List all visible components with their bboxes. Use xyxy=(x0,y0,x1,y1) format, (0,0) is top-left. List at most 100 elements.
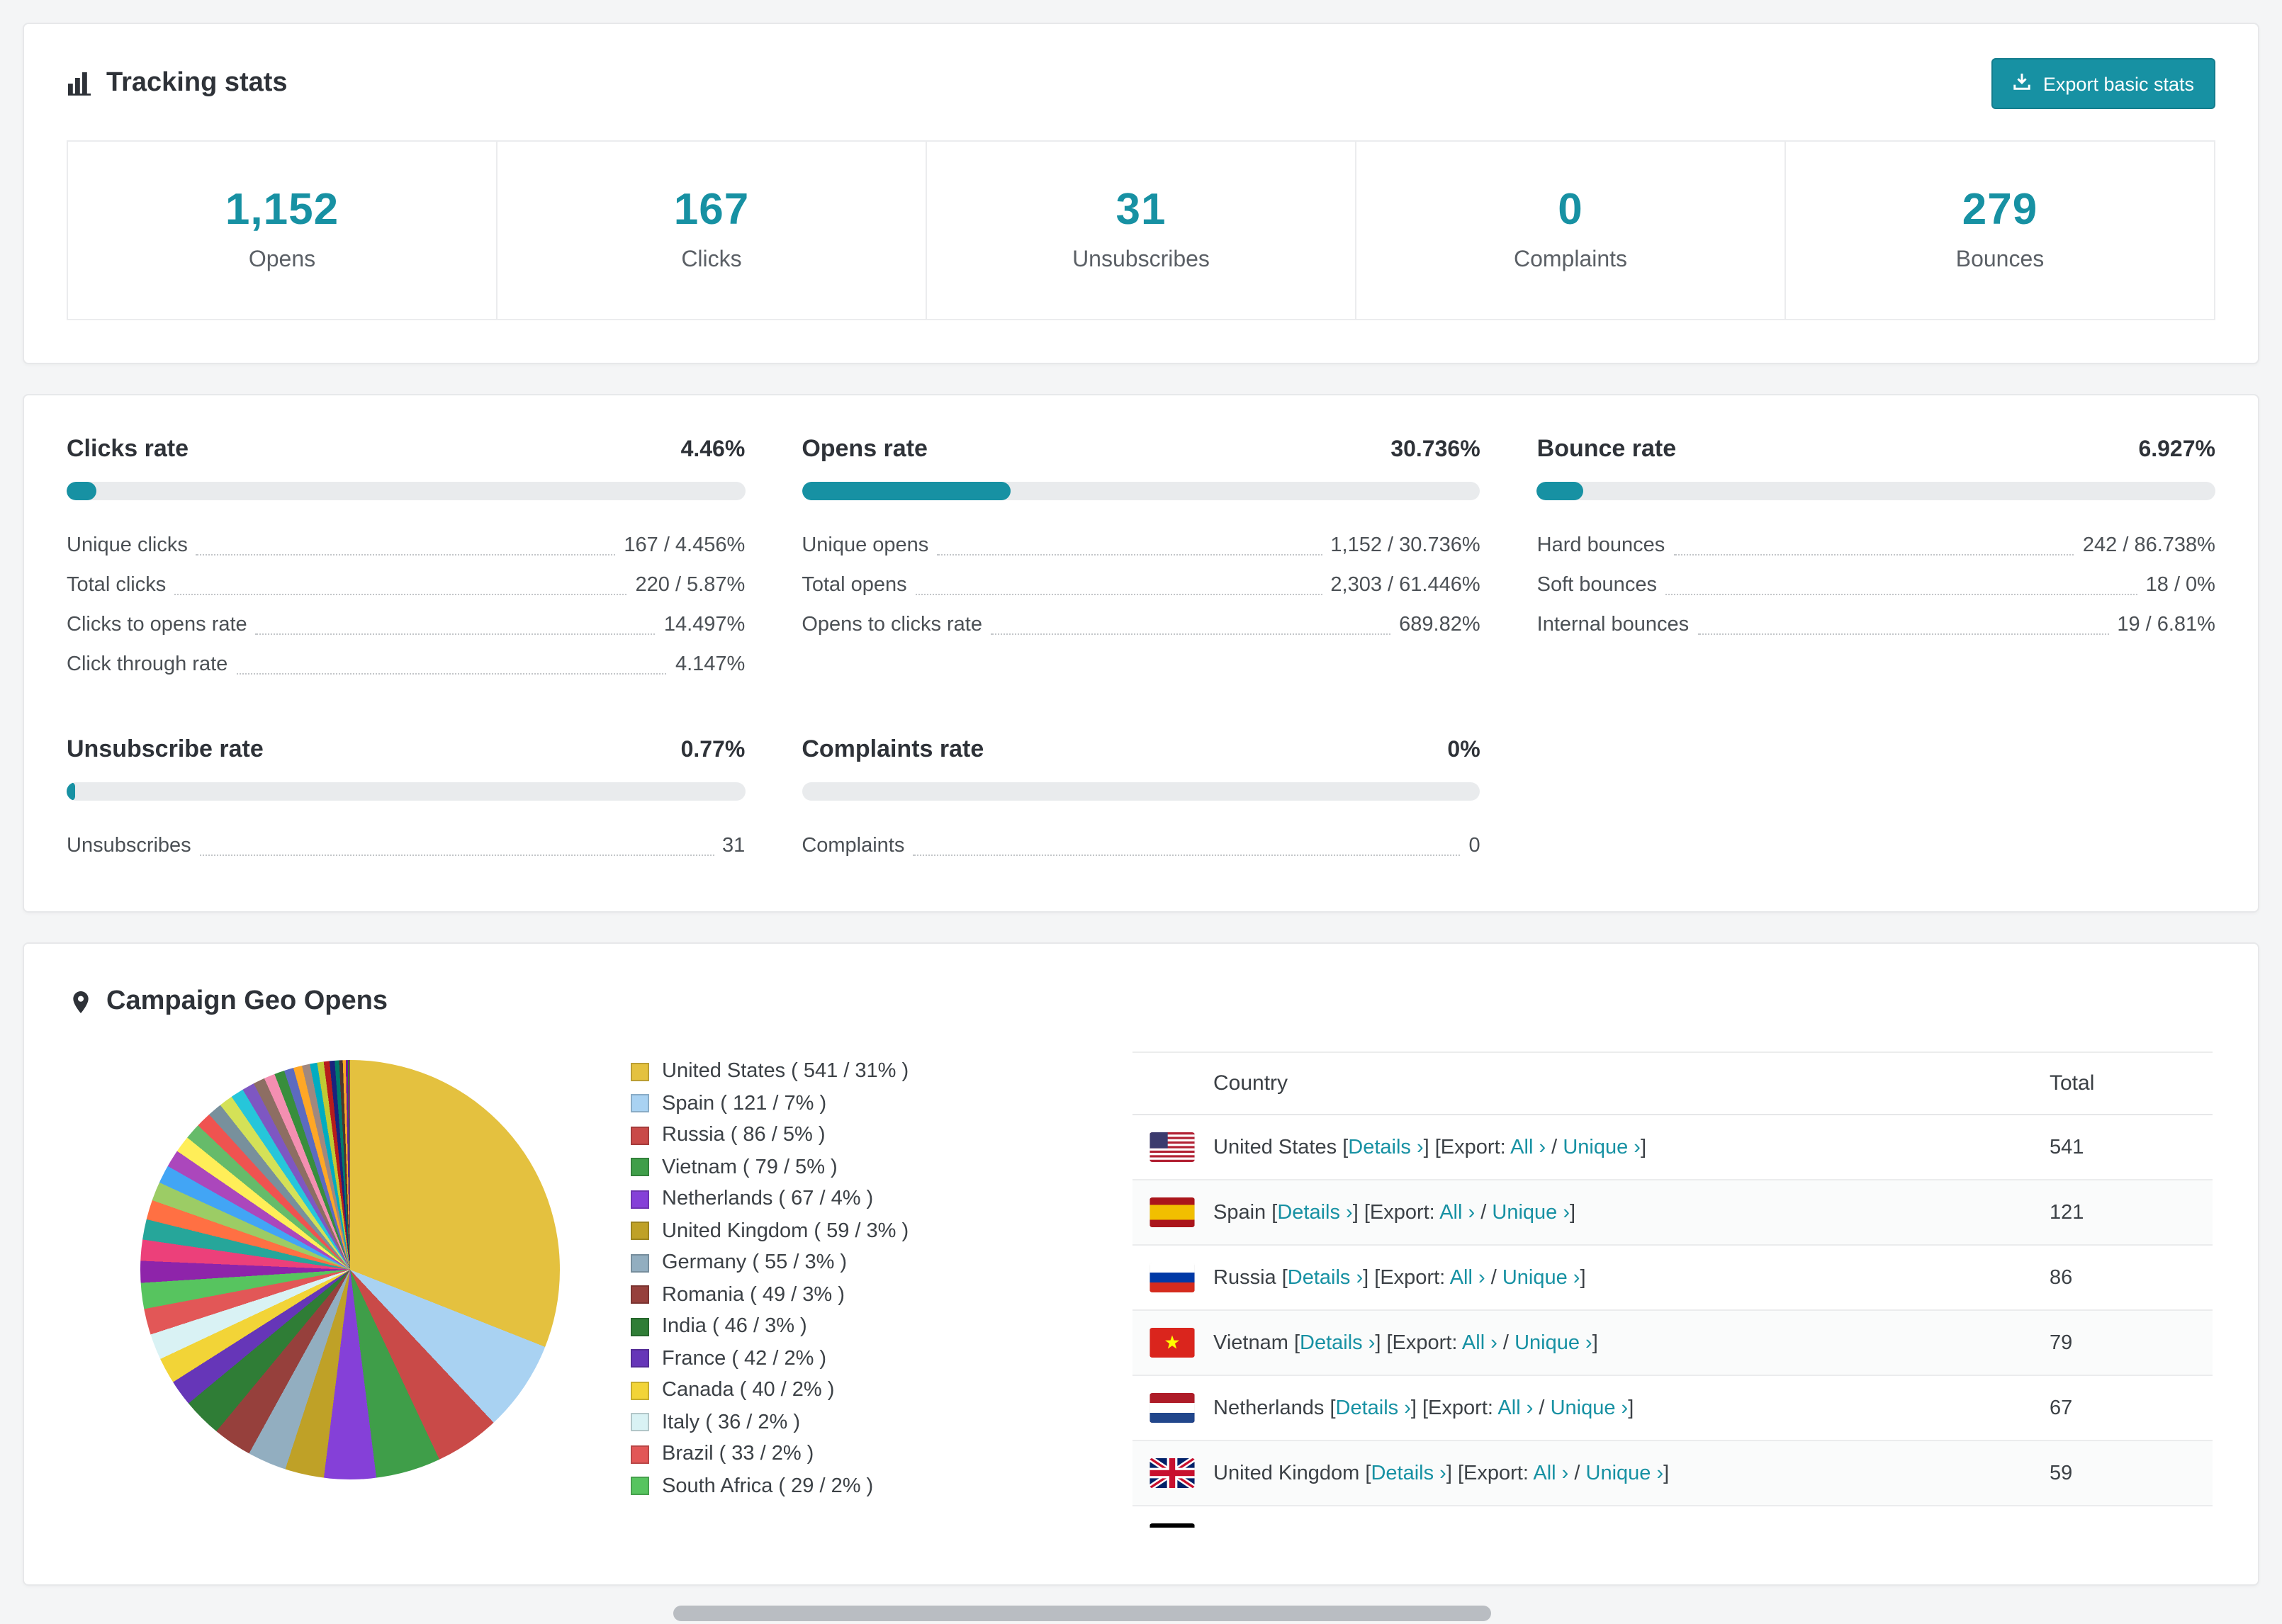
geo-row-main: Spain [Details ›] [Export: All › / Uniqu… xyxy=(1213,1201,2050,1224)
legend-swatch xyxy=(631,1445,649,1463)
geo-row-main: United States [Details ›] [Export: All ›… xyxy=(1213,1136,2050,1158)
rate-row: Opens to clicks rate 689.82% xyxy=(802,605,1480,645)
bracket: ] xyxy=(1628,1397,1634,1419)
legend-item: India ( 46 / 3% ) xyxy=(631,1315,1098,1338)
page-title: Tracking stats xyxy=(106,68,288,98)
geo-table-row: Netherlands [Details ›] [Export: All › /… xyxy=(1132,1376,2213,1441)
geo-table-header: Country Total xyxy=(1132,1053,2213,1115)
export-unique-link[interactable]: Unique › xyxy=(1502,1266,1580,1289)
geo-total-value: 55 xyxy=(2050,1527,2198,1528)
stat-label: Clicks xyxy=(681,248,742,272)
rates-card: Clicks rate 4.46% Unique clicks 167 / 4.… xyxy=(23,394,2259,913)
details-link[interactable]: Details › xyxy=(1371,1462,1446,1484)
rate-row-value: 1,152 / 30.736% xyxy=(1330,534,1480,557)
rate-row-value: 167 / 4.456% xyxy=(624,534,746,557)
legend-swatch xyxy=(631,1222,649,1240)
stat-cell-opens: 1,152 Opens xyxy=(67,140,498,320)
legend-swatch xyxy=(631,1477,649,1495)
rate-percent: 4.46% xyxy=(680,438,746,462)
rate-head: Opens rate 30.736% xyxy=(802,435,1480,463)
stat-label: Unsubscribes xyxy=(1072,248,1210,272)
bracket: [Export: xyxy=(1386,1331,1458,1354)
bracket: [Export: xyxy=(1422,1397,1493,1419)
legend-item: South Africa ( 29 / 2% ) xyxy=(631,1474,1098,1497)
slash: / xyxy=(1568,1462,1586,1484)
export-basic-stats-button[interactable]: Export basic stats xyxy=(1991,58,2215,109)
export-all-link[interactable]: All › xyxy=(1462,1331,1497,1354)
export-all-link[interactable]: All › xyxy=(1497,1397,1533,1419)
map-pin-icon xyxy=(69,988,92,1015)
rate-row-label: Total clicks xyxy=(67,574,167,597)
legend-label: Spain ( 121 / 7% ) xyxy=(662,1092,827,1115)
slash: / xyxy=(1507,1527,1524,1528)
slash: / xyxy=(1533,1397,1551,1419)
legend-label: Vietnam ( 79 / 5% ) xyxy=(662,1156,838,1178)
legend-item: Russia ( 86 / 5% ) xyxy=(631,1124,1098,1146)
export-all-link[interactable]: All › xyxy=(1439,1201,1475,1224)
bracket: ] xyxy=(1592,1331,1598,1354)
export-all-link[interactable]: All › xyxy=(1471,1527,1507,1528)
rate-progress-track xyxy=(802,482,1480,500)
bracket: ] xyxy=(1663,1462,1670,1484)
slash: / xyxy=(1546,1136,1563,1158)
legend-swatch xyxy=(631,1413,649,1431)
bracket: [ xyxy=(1293,1331,1300,1354)
legend-label: United States ( 541 / 31% ) xyxy=(662,1060,909,1083)
rate-head: Complaints rate 0% xyxy=(802,735,1480,764)
flag-us-icon xyxy=(1150,1132,1195,1162)
rate-progress-fill xyxy=(67,482,97,500)
rate-row-label: Opens to clicks rate xyxy=(802,614,982,636)
details-link[interactable]: Details › xyxy=(1348,1136,1423,1158)
export-unique-link[interactable]: Unique › xyxy=(1524,1527,1602,1528)
geo-table-row: Russia [Details ›] [Export: All › / Uniq… xyxy=(1132,1246,2213,1311)
horizontal-scrollbar-thumb[interactable] xyxy=(673,1606,1491,1621)
dotted-leader xyxy=(236,673,667,675)
rate-percent: 30.736% xyxy=(1390,438,1480,462)
rate-row-label: Click through rate xyxy=(67,653,228,676)
bracket: ] xyxy=(1410,1397,1417,1419)
geo-opens-pie-chart[interactable] xyxy=(140,1060,560,1479)
details-link[interactable]: Details › xyxy=(1336,1397,1411,1419)
legend-swatch xyxy=(631,1062,649,1081)
geo-title: Campaign Geo Opens xyxy=(106,986,388,1016)
rate-row-label: Soft bounces xyxy=(1536,574,1657,597)
rate-row: Unsubscribes 31 xyxy=(67,826,745,866)
rate-row-value: 31 xyxy=(722,835,746,857)
details-link[interactable]: Details › xyxy=(1277,1201,1352,1224)
export-all-link[interactable]: All › xyxy=(1533,1462,1568,1484)
export-unique-link[interactable]: Unique › xyxy=(1514,1331,1592,1354)
details-link[interactable]: Details › xyxy=(1300,1331,1375,1354)
rate-progress-track xyxy=(1536,482,2215,500)
export-unique-link[interactable]: Unique › xyxy=(1586,1462,1664,1484)
bracket: ] xyxy=(1602,1527,1607,1528)
details-link[interactable]: Details › xyxy=(1309,1527,1384,1528)
rate-rows: Hard bounces 242 / 86.738% Soft bounces … xyxy=(1537,526,2215,645)
legend-item: Germany ( 55 / 3% ) xyxy=(631,1251,1098,1274)
legend-item: Italy ( 36 / 2% ) xyxy=(631,1411,1098,1433)
dotted-leader xyxy=(255,633,656,635)
stat-value: 167 xyxy=(673,184,750,234)
export-icon xyxy=(2013,72,2032,95)
details-link[interactable]: Details › xyxy=(1288,1266,1363,1289)
rate-progress-fill xyxy=(67,782,75,801)
rates-grid: Clicks rate 4.46% Unique clicks 167 / 4.… xyxy=(67,435,2215,866)
stat-cell-bounces: 279 Bounces xyxy=(1784,140,2215,320)
geo-country-name: Spain xyxy=(1213,1201,1266,1224)
stat-label: Bounces xyxy=(1955,248,2045,272)
legend-item: Vietnam ( 79 / 5% ) xyxy=(631,1156,1098,1178)
export-all-link[interactable]: All › xyxy=(1510,1136,1546,1158)
bracket: ] xyxy=(1423,1136,1429,1158)
geo-table-row: Spain [Details ›] [Export: All › / Uniqu… xyxy=(1132,1180,2213,1246)
geo-country-name: Netherlands xyxy=(1213,1397,1325,1419)
complaints-rate-block: Complaints rate 0% Complaints 0 xyxy=(802,735,1480,866)
geo-row-main: United Kingdom [Details ›] [Export: All … xyxy=(1213,1462,2050,1484)
legend-item: Spain ( 121 / 7% ) xyxy=(631,1092,1098,1115)
rate-rows: Complaints 0 xyxy=(802,826,1480,866)
export-unique-link[interactable]: Unique › xyxy=(1492,1201,1570,1224)
export-unique-link[interactable]: Unique › xyxy=(1563,1136,1641,1158)
legend-swatch xyxy=(631,1285,649,1304)
rate-row: Complaints 0 xyxy=(802,826,1480,866)
export-unique-link[interactable]: Unique › xyxy=(1551,1397,1629,1419)
bracket: ] xyxy=(1580,1266,1586,1289)
export-all-link[interactable]: All › xyxy=(1450,1266,1485,1289)
